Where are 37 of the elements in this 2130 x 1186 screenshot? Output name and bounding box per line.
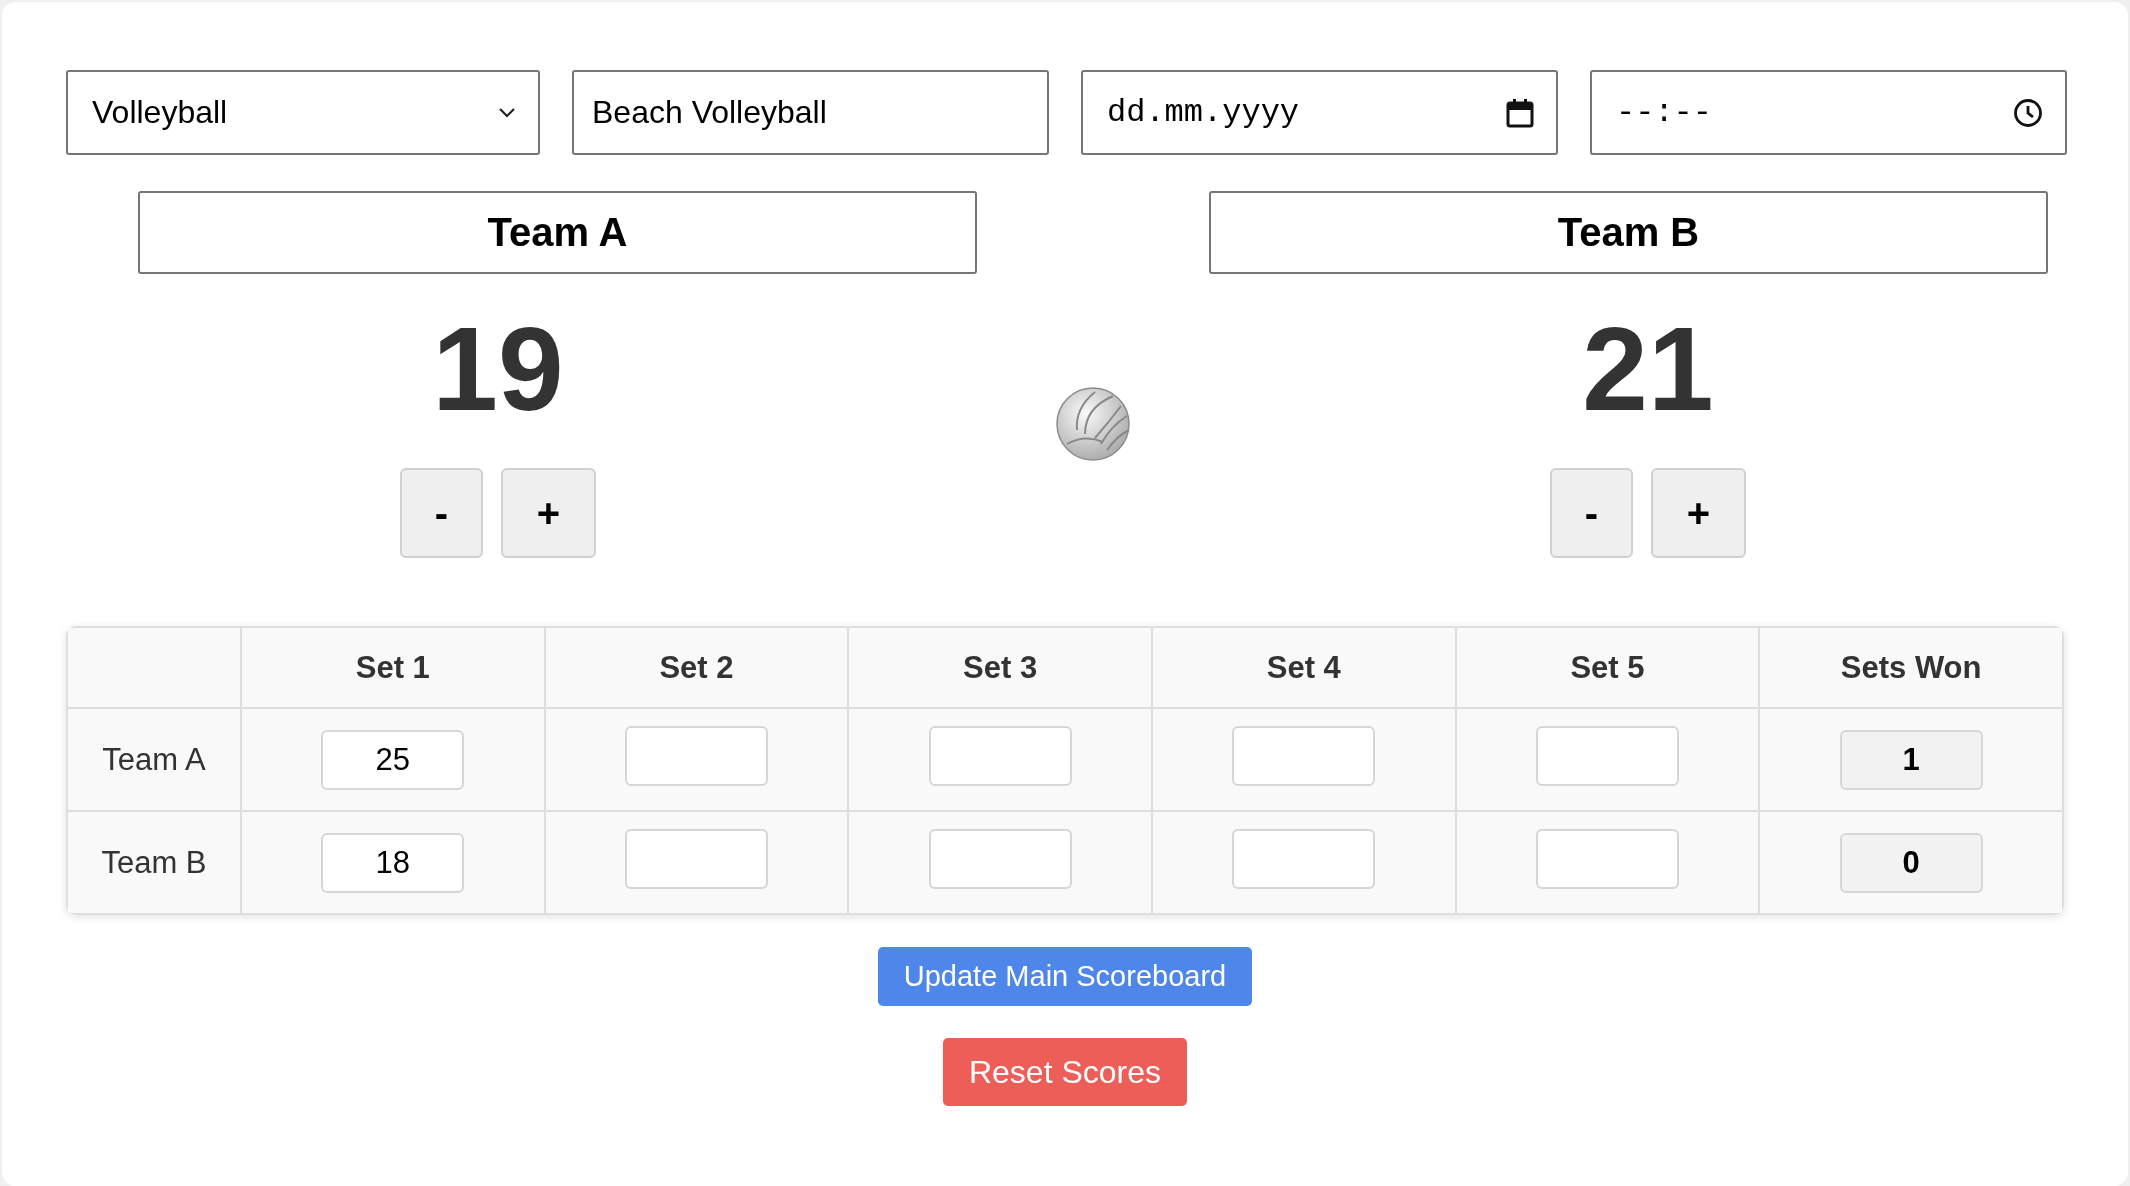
set-score-field[interactable] (1232, 828, 1376, 889)
decrement-button[interactable]: - (1550, 468, 1633, 558)
team-score: 21 (1582, 310, 1714, 428)
event-name-field[interactable]: Beach Volleyball (572, 70, 1049, 155)
chevron-down-icon (498, 106, 516, 119)
update-scoreboard-button[interactable]: Update Main Scoreboard (877, 947, 1253, 1006)
column-header: Set 5 (1455, 627, 1760, 708)
increment-button[interactable]: + (1651, 468, 1746, 558)
date-field[interactable]: dd.mm.yyyy (1081, 70, 1558, 155)
set-score-field[interactable] (1535, 725, 1679, 786)
team-name-field[interactable]: Team B (1209, 191, 2048, 274)
set-score-field[interactable] (1232, 725, 1376, 786)
team-label: Team A (67, 708, 241, 811)
column-header: Set 4 (1151, 627, 1456, 708)
column-header: Sets Won (1759, 627, 2063, 708)
team-name-field[interactable]: Team A (138, 191, 977, 274)
decrement-button[interactable]: - (400, 468, 483, 558)
set-score-field[interactable] (625, 828, 768, 889)
sets-won-field: 1 (1839, 729, 1983, 790)
set-score-field[interactable] (928, 725, 1072, 786)
column-header: Set 2 (544, 627, 849, 708)
set-score-field[interactable]: 18 (321, 832, 465, 893)
sport-select[interactable]: Volleyball (66, 70, 540, 155)
volleyball-icon (1055, 386, 1131, 462)
sets-won-field: 0 (1839, 832, 1983, 893)
team-score: 19 (432, 310, 564, 428)
set-score-field[interactable] (625, 725, 768, 786)
time-field[interactable]: --:-- (1590, 70, 2067, 155)
calendar-icon[interactable] (1506, 97, 1534, 128)
set-score-field[interactable] (1535, 828, 1679, 889)
clock-icon[interactable] (2013, 97, 2043, 128)
team-label: Team B (67, 811, 241, 914)
column-header: Set 3 (848, 627, 1152, 708)
increment-button[interactable]: + (501, 468, 596, 558)
column-header: Set 1 (241, 627, 545, 708)
set-score-field[interactable]: 25 (321, 729, 465, 790)
set-score-field[interactable] (928, 828, 1072, 889)
